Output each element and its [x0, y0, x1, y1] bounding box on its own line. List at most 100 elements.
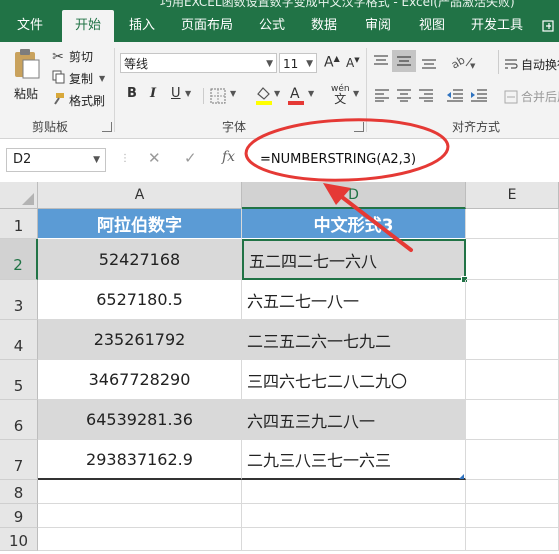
column-header-d[interactable]: D: [242, 182, 466, 209]
cell-d4[interactable]: 二三五二六一七九二: [242, 320, 466, 360]
chevron-down-icon[interactable]: ▼: [308, 89, 314, 98]
cell-e2[interactable]: [466, 239, 559, 280]
cell-e8[interactable]: [466, 480, 559, 504]
italic-button[interactable]: I: [150, 86, 156, 101]
cell-a6[interactable]: 64539281.36: [38, 400, 242, 440]
row-header[interactable]: 2: [0, 239, 38, 280]
cell-a3[interactable]: 6527180.5: [38, 280, 242, 320]
font-name-value: 等线: [124, 57, 149, 71]
align-top-button[interactable]: [372, 54, 390, 73]
chevron-down-icon[interactable]: ▼: [274, 89, 280, 98]
cell-d2-active[interactable]: 五二四二七一六八: [242, 239, 466, 280]
cut-button[interactable]: ✂ 剪切: [50, 48, 93, 65]
cell-e7[interactable]: [466, 440, 559, 480]
wrap-text-button[interactable]: 自动换行: [504, 56, 559, 73]
paste-button[interactable]: 粘贴: [8, 48, 44, 102]
row-header[interactable]: 10: [0, 528, 38, 551]
tab-data[interactable]: 数据: [302, 10, 346, 42]
format-painter-button[interactable]: 格式刷: [50, 92, 105, 109]
select-all-corner[interactable]: [0, 182, 38, 209]
cell-e9[interactable]: [466, 504, 559, 528]
cell-d7[interactable]: 二九三八三七一六三: [242, 440, 466, 480]
row-header[interactable]: 7: [0, 440, 38, 480]
format-painter-label: 格式刷: [69, 94, 106, 108]
fill-color-button[interactable]: [255, 85, 273, 108]
merge-center-button[interactable]: 合并后居中: [504, 88, 559, 105]
row-header[interactable]: 6: [0, 400, 38, 440]
align-bottom-button[interactable]: [420, 54, 438, 73]
cell-a1[interactable]: 阿拉伯数字: [38, 209, 242, 239]
column-header-e[interactable]: E: [466, 182, 559, 209]
increase-indent-button[interactable]: [470, 87, 488, 106]
chevron-down-icon[interactable]: ▼: [230, 89, 236, 98]
tab-developer[interactable]: 开发工具: [462, 10, 532, 42]
formula-bar: D2 ▼ ⋮ ✕ ✓ fx =NUMBERSTRING(A2,3): [0, 139, 559, 183]
cell-e1[interactable]: [466, 209, 559, 239]
cell-d3[interactable]: 六五二七一八一: [242, 280, 466, 320]
chevron-down-icon[interactable]: ▼: [99, 74, 105, 83]
align-right-button[interactable]: [418, 88, 434, 105]
row-header[interactable]: 1: [0, 209, 38, 239]
tab-more-icon[interactable]: [538, 10, 559, 42]
cell-d6[interactable]: 六四五三九二八一: [242, 400, 466, 440]
cell-a2[interactable]: 52427168: [38, 239, 242, 280]
row-header[interactable]: 8: [0, 480, 38, 504]
cell-e4[interactable]: [466, 320, 559, 360]
shrink-font-button[interactable]: A▼: [346, 56, 360, 70]
cell-e6[interactable]: [466, 400, 559, 440]
phonetic-button[interactable]: wén 文: [331, 84, 350, 105]
chevron-down-icon[interactable]: ▼: [353, 89, 359, 98]
cell-e3[interactable]: [466, 280, 559, 320]
formula-input[interactable]: =NUMBERSTRING(A2,3): [250, 147, 559, 173]
insert-function-button[interactable]: fx: [222, 149, 235, 165]
align-left-button[interactable]: [374, 88, 390, 105]
grow-font-button[interactable]: A▲: [324, 54, 340, 71]
bold-button[interactable]: B: [127, 86, 137, 101]
cell-a8[interactable]: [38, 480, 242, 504]
cell-a9[interactable]: [38, 504, 242, 528]
cell-a5[interactable]: 3467728290: [38, 360, 242, 400]
tab-insert[interactable]: 插入: [120, 10, 164, 42]
cell-e5[interactable]: [466, 360, 559, 400]
name-box[interactable]: D2 ▼: [6, 148, 106, 172]
cell-d8[interactable]: [242, 480, 466, 504]
tab-file[interactable]: 文件: [8, 10, 52, 42]
row-header[interactable]: 3: [0, 280, 38, 320]
column-header-a[interactable]: A: [38, 182, 242, 209]
clipboard-launcher-icon[interactable]: [102, 122, 112, 132]
chevron-down-icon[interactable]: ▼: [185, 89, 191, 98]
font-color-button[interactable]: A: [287, 84, 305, 108]
align-middle-button[interactable]: [392, 50, 416, 72]
cell-d1[interactable]: 中文形式3: [242, 209, 466, 239]
row-header[interactable]: 5: [0, 360, 38, 400]
tab-page-layout[interactable]: 页面布局: [172, 10, 242, 42]
table-resize-handle[interactable]: [459, 474, 464, 479]
align-center-button[interactable]: [396, 88, 412, 105]
underline-button[interactable]: U: [171, 86, 181, 101]
cell-d10[interactable]: [242, 528, 466, 551]
cell-d5[interactable]: 三四六七七二八二九〇: [242, 360, 466, 400]
font-launcher-icon[interactable]: [354, 122, 364, 132]
font-size-combo[interactable]: 11 ▼: [279, 53, 317, 73]
cell-d9[interactable]: [242, 504, 466, 528]
cell-a4[interactable]: 235261792: [38, 320, 242, 360]
align-center-icon: [397, 89, 411, 102]
border-icon: [210, 88, 226, 104]
paste-label: 粘贴: [13, 87, 38, 101]
decrease-indent-button[interactable]: [446, 87, 464, 106]
copy-button[interactable]: 复制 ▼: [50, 70, 105, 87]
tab-review[interactable]: 审阅: [356, 10, 400, 42]
cell-e10[interactable]: [466, 528, 559, 551]
row-header[interactable]: 4: [0, 320, 38, 360]
tab-home[interactable]: 开始: [62, 10, 114, 42]
cell-a7[interactable]: 293837162.9: [38, 440, 242, 480]
cell-a10[interactable]: [38, 528, 242, 551]
enter-button[interactable]: ✓: [184, 149, 197, 167]
row-header[interactable]: 9: [0, 504, 38, 528]
font-name-combo[interactable]: 等线 ▼: [120, 53, 277, 73]
tab-view[interactable]: 视图: [410, 10, 454, 42]
cancel-button[interactable]: ✕: [148, 149, 161, 167]
orientation-button[interactable]: ab ▼: [449, 52, 476, 73]
border-button[interactable]: [210, 88, 226, 107]
tab-formulas[interactable]: 公式: [252, 10, 292, 42]
